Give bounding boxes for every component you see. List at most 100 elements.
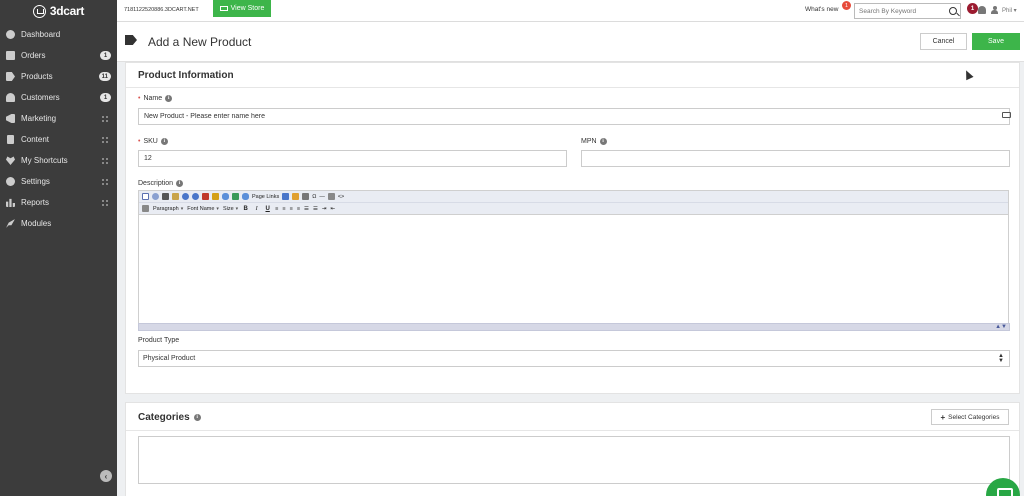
paste-icon[interactable] [172,193,179,200]
sidebar-item-dashboard[interactable]: Dashboard [0,24,117,45]
media-icon[interactable] [302,193,310,200]
font-size-select[interactable]: Size [223,206,238,212]
description-label: Description i [138,180,184,187]
heart-icon [6,156,15,165]
categories-panel: Categories i + Select Categories [125,402,1020,496]
sidebar-item-products[interactable]: Products 11 [0,66,117,87]
format-brush-icon[interactable] [142,205,149,212]
source-code-icon[interactable]: <> [338,194,344,200]
sidebar-item-my-shortcuts[interactable]: My Shortcuts [0,150,117,171]
resize-arrows-icon[interactable]: ▲▼ [995,324,1007,331]
store-url: 7181122520886.3DCART.NET [124,7,199,13]
bold-icon[interactable]: B [242,206,249,212]
mpn-label-text: MPN [581,138,597,145]
sku-field[interactable] [138,150,567,167]
grid-icon [102,115,108,122]
logo-wordmark: 3dcart [32,4,85,18]
paragraph-select[interactable]: Paragraph [153,206,183,212]
view-store-label: View Store [230,5,265,12]
justify-icon[interactable]: ≡ [297,206,300,212]
find-icon[interactable] [152,193,159,200]
outdent-icon[interactable]: ⇤ [331,206,336,212]
search-icon[interactable] [949,7,957,15]
select-categories-button[interactable]: + Select Categories [931,409,1009,425]
sidebar-item-modules[interactable]: Modules [0,213,117,234]
categories-list-box[interactable] [138,436,1010,484]
whats-new-link[interactable]: What's new [805,6,838,13]
user-name: Phil [1002,8,1013,14]
font-name-select[interactable]: Font Name [187,206,219,212]
indent-icon[interactable]: ⇥ [322,206,327,212]
select-categories-label: Select Categories [948,413,1000,421]
search-input[interactable] [855,4,945,18]
user-icon[interactable] [991,6,998,15]
save-button[interactable]: Save [972,33,1020,50]
bell-icon[interactable] [978,6,986,14]
info-icon[interactable]: i [165,95,173,102]
underline-icon[interactable]: U [264,206,271,212]
editor-resize-bar[interactable]: ▲▼ [138,323,1010,331]
align-right-icon[interactable]: ≡ [290,206,293,212]
image-icon[interactable] [232,193,239,200]
notification-badge[interactable]: 1 [967,3,978,14]
sidebar-item-label: Orders [21,51,46,60]
tags-icon [6,72,15,81]
font-color-icon[interactable] [202,193,209,200]
sidebar-item-label: Dashboard [21,30,61,39]
align-left-icon[interactable]: ≡ [275,206,278,212]
info-icon[interactable]: i [193,414,201,421]
collapse-sidebar-button[interactable]: ‹ [100,470,112,482]
sidebar-item-orders[interactable]: Orders 1 [0,45,117,66]
description-editor-area[interactable] [139,216,1008,324]
new-document-icon[interactable] [142,193,149,200]
top-bar: 3dcart 7181122520886.3DCART.NET View Sto… [0,0,1024,22]
ordered-list-icon[interactable]: ☰ [304,206,309,212]
select-caret-icon: ▲ ▼ [998,353,1004,364]
orders-badge: 1 [100,51,111,60]
align-center-icon[interactable]: ≡ [282,206,285,212]
grid-icon [102,157,108,164]
horizontal-rule-icon[interactable]: — [319,194,325,200]
name-field[interactable] [138,108,1010,125]
product-type-select[interactable]: Physical Product ▲ ▼ [138,350,1010,367]
page-links-icon[interactable] [242,193,249,200]
unordered-list-icon[interactable]: ☰ [313,206,318,212]
id-card-icon[interactable] [1002,112,1011,118]
logo[interactable]: 3dcart [0,0,117,22]
categories-title: Categories i [138,412,201,423]
clean-icon[interactable] [327,193,335,200]
link-icon[interactable] [222,193,229,200]
sidebar-item-settings[interactable]: Settings [0,171,117,192]
name-label-text: Name [143,95,163,102]
view-store-button[interactable]: View Store [213,0,271,17]
file-icon [7,135,14,144]
product-type-label-text: Product Type [138,337,180,344]
mpn-field[interactable] [581,150,1010,167]
italic-icon[interactable]: I [253,206,260,212]
info-icon[interactable]: i [176,180,184,187]
bar-chart-icon [6,198,15,207]
table-icon[interactable] [282,193,290,200]
sidebar-item-marketing[interactable]: Marketing [0,108,117,129]
mpn-label: MPN i [581,138,607,145]
page-title: Add a New Product [148,35,252,49]
highlight-icon[interactable] [212,193,219,200]
info-icon[interactable]: i [599,138,607,145]
sidebar-item-reports[interactable]: Reports [0,192,117,213]
sidebar-item-content[interactable]: Content [0,129,117,150]
divider [126,87,1019,88]
special-char-icon[interactable]: Ω [312,194,316,200]
info-icon[interactable]: i [160,138,168,145]
form-icon[interactable] [292,193,300,200]
print-icon[interactable] [162,193,169,200]
page-links-button[interactable]: Page Links [252,194,279,200]
user-menu[interactable]: Phil ▾ [1002,7,1017,14]
undo-icon[interactable] [182,193,189,200]
sidebar-item-customers[interactable]: Customers 1 [0,87,117,108]
cancel-button[interactable]: Cancel [920,33,967,50]
arrow-left-icon: ‹ [104,471,108,481]
editor-toolbar-row-2: Paragraph Font Name Size B I U ≡ ≡ ≡ ≡ ☰… [139,203,1008,215]
sku-label: • SKU i [138,138,168,145]
redo-icon[interactable] [192,193,199,200]
logo-text: 3dcart [49,4,85,18]
